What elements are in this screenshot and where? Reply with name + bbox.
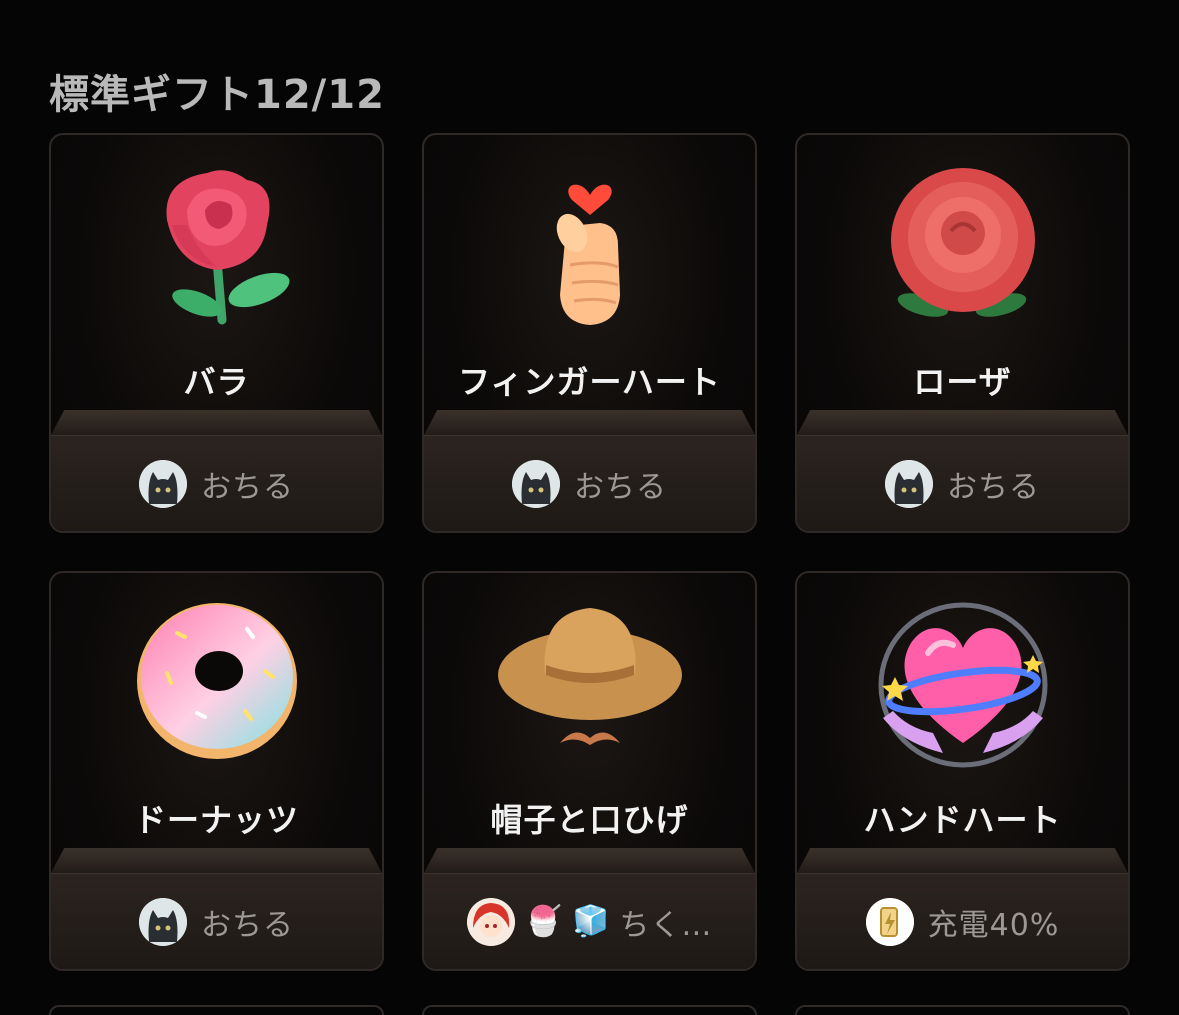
cat-avatar (885, 459, 933, 508)
sender-name: おちる (201, 469, 294, 505)
gift-card-partial[interactable] (795, 1005, 1130, 1015)
gift-name: バラ (183, 363, 250, 401)
shelf (797, 410, 1128, 435)
sender-row[interactable]: おちる (51, 873, 382, 969)
shelf (51, 410, 382, 435)
gift-card-partial[interactable] (422, 1005, 757, 1015)
shaved-ice-emoji: 🍧 (524, 903, 562, 939)
cat-avatar (139, 459, 187, 508)
sender-row[interactable]: おちる (51, 435, 382, 531)
gift-card-donut[interactable]: ドーナッツ おちる (49, 571, 384, 971)
anime-avatar (466, 897, 515, 946)
sender-name: おちる (574, 469, 667, 505)
sender-row[interactable]: おちる (424, 435, 755, 531)
shelf (424, 848, 755, 873)
sender-name: おちる (201, 907, 294, 943)
shelf (51, 848, 382, 873)
rosa-icon (873, 155, 1053, 334)
rose-icon (127, 155, 307, 334)
sender-name: ちく… (619, 907, 713, 943)
ice-cube-emoji: 🧊 (572, 903, 610, 939)
sender-row[interactable]: 充電40% (797, 873, 1128, 969)
cat-avatar (512, 459, 560, 508)
gift-card-rose[interactable]: バラ おちる (49, 133, 384, 533)
sender-name: おちる (947, 469, 1040, 505)
hat-mustache-icon (490, 593, 690, 772)
gift-grid: バラ おちる フィンガーハート おちる ローザ おちる ドーナッツ おちる 帽子… (49, 133, 1131, 1012)
hand-heart-icon (873, 593, 1053, 772)
gift-name: ドーナッツ (133, 801, 299, 839)
gift-card-hat-mustache[interactable]: 帽子と口ひげ 🍧 🧊 ちく… (422, 571, 757, 971)
shelf (797, 848, 1128, 873)
battery-avatar (865, 897, 914, 946)
sender-row[interactable]: 🍧 🧊 ちく… (424, 873, 755, 969)
sender-name: 充電40% (927, 907, 1060, 943)
shelf (424, 410, 755, 435)
gift-name: 帽子と口ひげ (490, 801, 689, 839)
gift-card-rosa[interactable]: ローザ おちる (795, 133, 1130, 533)
gift-card-finger-heart[interactable]: フィンガーハート おちる (422, 133, 757, 533)
gift-card-hand-heart[interactable]: ハンドハート 充電40% (795, 571, 1130, 971)
gift-name: ハンドハート (863, 801, 1062, 839)
cat-avatar (139, 897, 187, 946)
finger-heart-icon (500, 155, 680, 334)
section-title: 標準ギフト12/12 (49, 72, 385, 118)
donut-icon (127, 593, 307, 772)
gift-card-partial[interactable] (49, 1005, 384, 1015)
gift-name: フィンガーハート (458, 363, 721, 401)
gift-name: ローザ (913, 363, 1012, 401)
sender-row[interactable]: おちる (797, 435, 1128, 531)
